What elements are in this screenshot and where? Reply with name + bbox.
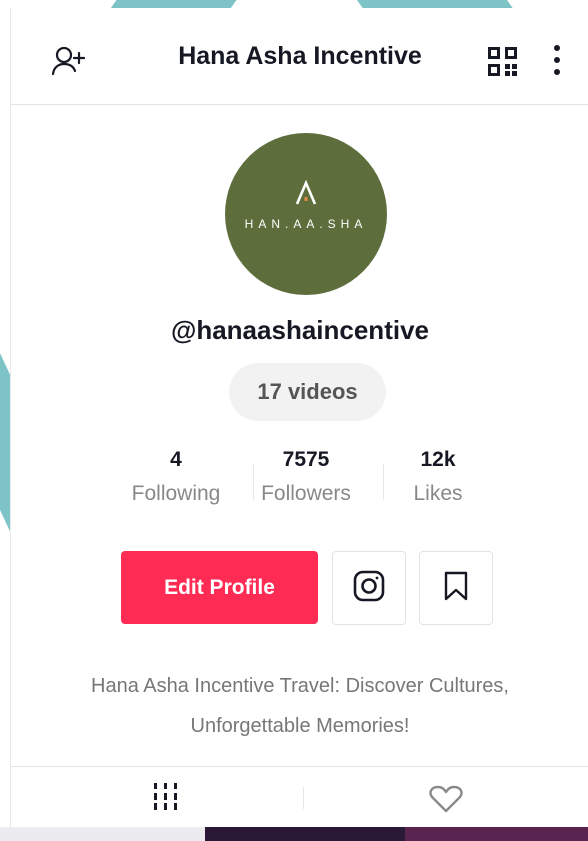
instagram-button[interactable] [332,551,406,625]
following-count: 4 [170,448,182,471]
likes-count: 12k [420,448,456,471]
avatar-logo-text: HAN.AA.SHA [244,217,368,231]
add-user-icon[interactable] [51,45,86,82]
likes-stat: 12k Likes [368,448,508,506]
divider [303,787,304,809]
logo-icon [294,179,318,211]
username: @hanaashaincentive [170,315,429,345]
avatar[interactable]: HAN.AA.SHA [225,133,387,295]
followers-stat[interactable]: 7575 Followers [236,448,376,506]
video-count-badge: 17 videos [229,363,386,421]
page-title: Hana Asha Incentive [178,41,422,70]
tab-bar [11,766,588,828]
instagram-icon [353,570,385,607]
more-vertical-icon[interactable] [552,45,562,80]
bio-text: Hana Asha Incentive Travel: Discover Cul… [91,675,509,737]
videos-grid-icon[interactable] [153,783,179,816]
likes-label: Likes [413,482,463,505]
following-label: Following [131,482,221,505]
followers-label: Followers [261,482,351,505]
bookmark-icon [444,571,468,606]
followers-count: 7575 [282,448,330,471]
following-stat[interactable]: 4 Following [106,448,246,506]
bottom-strip [0,827,588,841]
qr-code-icon[interactable] [488,47,518,82]
profile-card: Hana Asha Incentive HAN.AA.SHA @hanaasha… [10,8,588,827]
bookmark-button[interactable] [419,551,493,625]
header: Hana Asha Incentive [11,8,588,105]
edit-profile-button[interactable]: Edit Profile [121,551,318,624]
liked-heart-icon[interactable] [429,785,463,818]
